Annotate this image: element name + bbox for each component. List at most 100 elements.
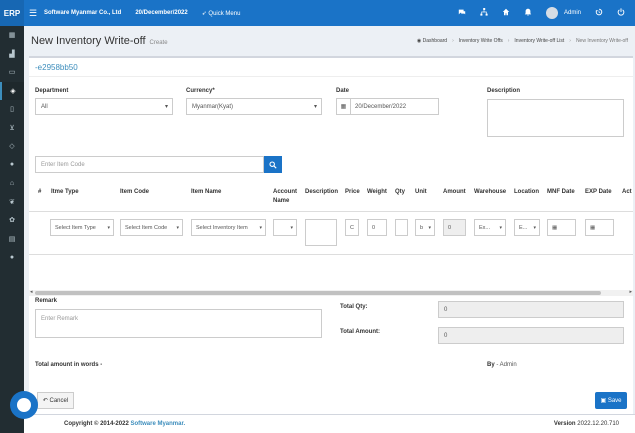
chat-icon[interactable]: ●: [0, 248, 24, 267]
exp-date-input[interactable]: ▦: [585, 219, 614, 236]
qty-input[interactable]: [395, 219, 408, 236]
home-icon[interactable]: [502, 8, 510, 18]
current-date: 20/December/2022: [135, 10, 188, 16]
chart-icon[interactable]: ▟: [0, 45, 24, 64]
diamond-icon[interactable]: ◇: [0, 137, 24, 156]
col-unit: Unit: [415, 189, 427, 195]
app-logo[interactable]: ERP: [0, 0, 24, 26]
total-qty-field: 0: [438, 301, 624, 318]
live-chat-button[interactable]: [10, 391, 38, 419]
book-icon[interactable]: ▤: [0, 230, 24, 249]
date-input[interactable]: ▦ 20/December/2022: [336, 98, 439, 115]
breadcrumb-list[interactable]: Inventory Write-off List: [514, 38, 564, 44]
search-icon: [269, 160, 277, 169]
item-name-select[interactable]: Select Inventory Item: [191, 219, 266, 236]
remark-textarea[interactable]: Enter Remark: [35, 309, 322, 338]
department-select[interactable]: All: [35, 98, 173, 115]
leaf-icon[interactable]: ❦: [0, 193, 24, 212]
col-index: #: [38, 189, 42, 195]
table-header-divider: [29, 211, 633, 212]
cart-icon[interactable]: ⊻: [0, 119, 24, 138]
description-textarea[interactable]: [487, 99, 624, 137]
col-exp-date: EXP Date: [585, 189, 612, 195]
divider: [29, 76, 633, 77]
save-icon: ▣: [600, 398, 607, 404]
mnf-date-input[interactable]: ▦: [547, 219, 576, 236]
item-type-select[interactable]: Select Item Type: [50, 219, 114, 236]
breadcrumb-write-offs[interactable]: Inventory Write Offs: [459, 38, 503, 44]
scroll-thumb[interactable]: [35, 291, 601, 295]
col-action: Act: [622, 189, 632, 195]
breadcrumb: ◉ Dashboard › Inventory Write Offs › Inv…: [417, 38, 628, 44]
calendar-icon[interactable]: ▦: [337, 98, 351, 115]
scroll-left-icon[interactable]: ◂: [30, 289, 33, 295]
footer: Copyright © 2014-2022 Software Myanmar. …: [24, 414, 635, 433]
col-amount: Amount: [443, 189, 466, 195]
breadcrumb-dashboard[interactable]: ◉ Dashboard: [417, 38, 447, 44]
page-title: New Inventory Write-off: [31, 35, 146, 47]
chat-icon[interactable]: [458, 8, 466, 18]
total-amount-field: 0: [438, 327, 624, 344]
unit-select[interactable]: b: [415, 219, 435, 236]
department-label: Department: [35, 88, 69, 94]
users-icon[interactable]: ●: [0, 156, 24, 175]
cancel-button[interactable]: ↶ Cancel: [37, 392, 74, 409]
col-qty: Qty: [395, 189, 406, 195]
page-subtitle: Create: [149, 39, 168, 46]
item-code-placeholder: Enter Item Code: [41, 161, 85, 168]
remark-placeholder: Enter Remark: [41, 316, 79, 322]
logout-icon[interactable]: [617, 8, 625, 18]
undo-icon: ↶: [42, 398, 48, 404]
by-label: By: [487, 362, 495, 368]
save-button[interactable]: ▣ Save: [595, 392, 627, 409]
settings-icon[interactable]: ✿: [0, 211, 24, 230]
currency-select[interactable]: Myanmar(Kyat): [186, 98, 322, 115]
calculator-icon[interactable]: ▦: [0, 26, 24, 45]
user-avatar[interactable]: [545, 7, 558, 19]
quick-menu-label: Quick Menu: [208, 10, 241, 17]
total-amount-label: Total Amount:: [340, 329, 380, 335]
company-name: Software Myanmar Co., Ltd: [44, 10, 122, 16]
price-input[interactable]: C: [345, 219, 359, 236]
description-label: Description: [487, 88, 521, 94]
department-value: All: [41, 103, 48, 110]
location-select[interactable]: E...: [514, 219, 540, 236]
calendar-icon[interactable]: ▦: [552, 225, 557, 231]
horizontal-scrollbar[interactable]: ◂ ▸: [29, 289, 633, 296]
bell-icon[interactable]: [524, 8, 532, 18]
amount-in-words-label: Total amount in words -: [35, 362, 103, 368]
col-item-code: Item Code: [120, 189, 150, 195]
network-icon[interactable]: [480, 8, 488, 18]
row-description-textarea[interactable]: [305, 219, 337, 246]
item-code-input[interactable]: Enter Item Code: [35, 156, 264, 173]
copyright-text: Copyright © 2014-2022: [64, 421, 129, 427]
bank-icon[interactable]: ⌂: [0, 174, 24, 193]
clipboard-icon[interactable]: ▯: [0, 100, 24, 119]
date-value: 20/December/2022: [355, 103, 407, 110]
currency-value: Myanmar(Kyat): [192, 103, 234, 110]
version-info: Version 2022.12.20.710: [553, 421, 619, 427]
account-name-select[interactable]: [273, 219, 297, 236]
search-button[interactable]: [264, 156, 282, 173]
by-value: - Admin: [496, 362, 517, 368]
col-item-type: Itme Type: [51, 189, 79, 195]
item-code-select[interactable]: Select Item Code: [120, 219, 183, 236]
scroll-right-icon[interactable]: ▸: [629, 289, 632, 295]
breadcrumb-separator: ›: [507, 38, 510, 44]
history-icon[interactable]: [595, 8, 603, 18]
col-description: Description: [305, 189, 339, 195]
weight-input[interactable]: 0: [367, 219, 387, 236]
col-mnf-date: MNF Date: [547, 189, 575, 195]
date-label: Date: [336, 88, 350, 94]
menu-toggle-icon[interactable]: ☰: [24, 8, 42, 19]
card-icon[interactable]: ▭: [0, 63, 24, 82]
total-qty-label: Total Qty:: [340, 304, 368, 310]
warehouse-select[interactable]: Ex...: [474, 219, 506, 236]
quick-menu-link[interactable]: ➶ Quick Menu: [202, 10, 241, 17]
box-icon[interactable]: ◈: [0, 81, 24, 100]
col-location: Location: [514, 189, 539, 195]
brand-link[interactable]: Software Myanmar.: [130, 421, 185, 427]
username[interactable]: Admin: [564, 10, 581, 16]
calendar-icon[interactable]: ▦: [590, 225, 595, 231]
currency-label: Currency*: [186, 88, 215, 94]
